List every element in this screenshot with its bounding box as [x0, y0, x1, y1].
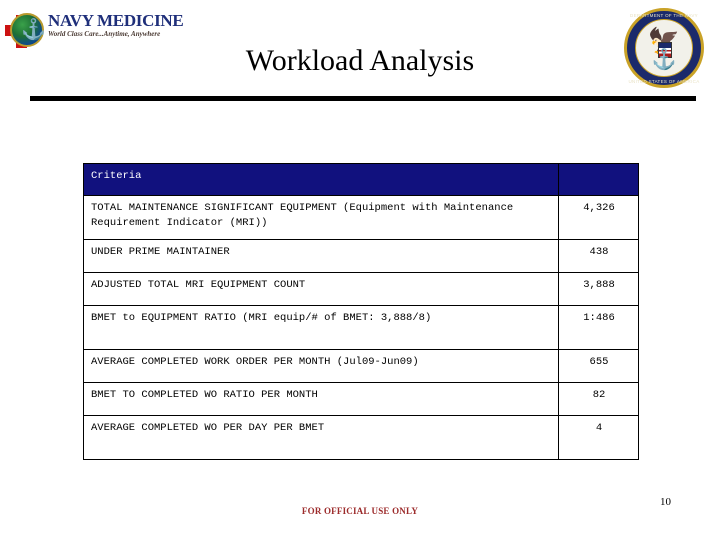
- logo-text-block: NAVY MEDICINE World Class Care...Anytime…: [48, 11, 184, 39]
- table-row: ADJUSTED TOTAL MRI EQUIPMENT COUNT 3,888: [83, 272, 639, 306]
- column-header-value: [558, 163, 639, 196]
- page-title: Workload Analysis: [245, 44, 475, 77]
- cell-criteria: BMET to EQUIPMENT RATIO (MRI equip/# of …: [83, 305, 559, 350]
- anchor-icon: ⚓: [21, 18, 46, 42]
- seal-inner-disc: 🦅 ⚓: [635, 19, 693, 77]
- seal-anchor-icon: ⚓: [651, 49, 677, 71]
- cell-criteria: AVERAGE COMPLETED WORK ORDER PER MONTH (…: [83, 349, 559, 383]
- logo-tagline: World Class Care...Anytime, Anywhere: [48, 30, 161, 38]
- cell-value: 438: [558, 239, 639, 273]
- seal-text-top: DEPARTMENT OF THE NAVY: [630, 13, 698, 18]
- cell-value: 3,888: [558, 272, 639, 306]
- department-of-navy-seal-icon: DEPARTMENT OF THE NAVY UNITED STATES OF …: [624, 8, 704, 88]
- seal-text-bottom: UNITED STATES OF AMERICA: [628, 79, 700, 84]
- column-header-criteria: Criteria: [83, 163, 559, 196]
- table-row: AVERAGE COMPLETED WORK ORDER PER MONTH (…: [83, 349, 639, 383]
- cell-criteria: TOTAL MAINTENANCE SIGNIFICANT EQUIPMENT …: [83, 195, 559, 240]
- cell-value: 4,326: [558, 195, 639, 240]
- cell-criteria: AVERAGE COMPLETED WO PER DAY PER BMET: [83, 415, 559, 460]
- classification-banner: FOR OFFICIAL USE ONLY: [301, 506, 419, 516]
- navy-medicine-emblem-icon: ⚓: [4, 12, 46, 50]
- cell-value: 1:486: [558, 305, 639, 350]
- table-header-row: Criteria: [83, 163, 639, 196]
- cell-value: 4: [558, 415, 639, 460]
- cell-criteria: UNDER PRIME MAINTAINER: [83, 239, 559, 273]
- cell-criteria: BMET TO COMPLETED WO RATIO PER MONTH: [83, 382, 559, 416]
- table-row: TOTAL MAINTENANCE SIGNIFICANT EQUIPMENT …: [83, 195, 639, 240]
- workload-analysis-table: Criteria TOTAL MAINTENANCE SIGNIFICANT E…: [83, 163, 639, 460]
- table-row: AVERAGE COMPLETED WO PER DAY PER BMET 4: [83, 415, 639, 460]
- cell-value: 655: [558, 349, 639, 383]
- table-row: UNDER PRIME MAINTAINER 438: [83, 239, 639, 273]
- cell-value: 82: [558, 382, 639, 416]
- page-number: 10: [660, 496, 671, 508]
- title-divider: [30, 96, 696, 101]
- cell-criteria: ADJUSTED TOTAL MRI EQUIPMENT COUNT: [83, 272, 559, 306]
- table-row: BMET TO COMPLETED WO RATIO PER MONTH 82: [83, 382, 639, 416]
- logo-title: NAVY MEDICINE: [48, 11, 184, 30]
- table-row: BMET to EQUIPMENT RATIO (MRI equip/# of …: [83, 305, 639, 350]
